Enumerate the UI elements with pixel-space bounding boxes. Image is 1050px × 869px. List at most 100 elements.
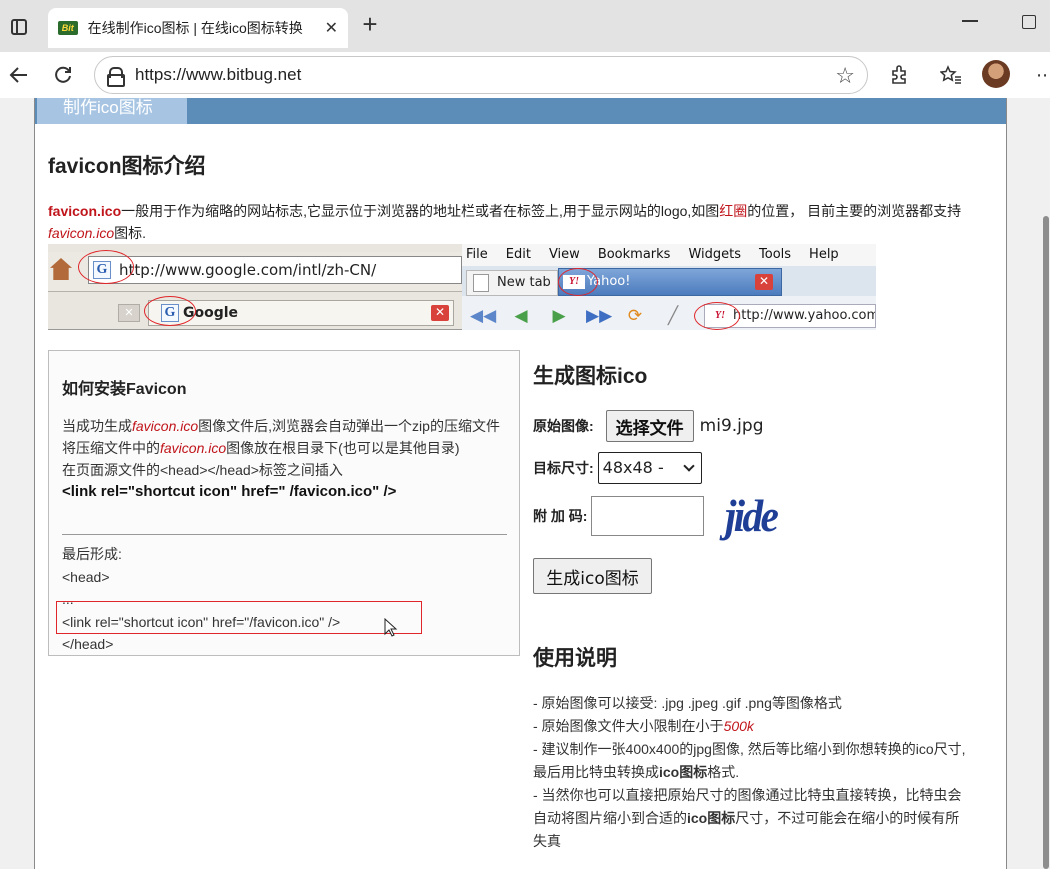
site-navbar: 制作ico图标 [35, 98, 1006, 124]
usage-item: - 当然你也可以直接把原始尺寸的图像通过比特虫直接转换，比特虫会自动将图片缩小到… [533, 787, 962, 849]
reload-icon[interactable] [48, 60, 78, 90]
page-content: 制作ico图标 favicon图标介绍 favicon.ico一般用于作为缩略的… [34, 98, 1007, 869]
install-steps: 当成功生成favicon.ico图像文件后,浏览器会自动弹出一个zip的压缩文件… [62, 415, 510, 503]
intro-text-3: 图标. [114, 225, 147, 241]
install-step-2: 将压缩文件中的favicon.ico图像放在根目录下(也可以是其他目录) [62, 440, 460, 456]
tab-actions-icon[interactable] [6, 14, 32, 40]
fast-forward-icon: ▶▶ [586, 306, 613, 325]
selected-file-name: mi9.jpg [699, 416, 764, 436]
intro-text-1: 一般用于作为缩略的网站标志,它显示位于浏览器的地址栏或者在标签上,用于显示网站的… [121, 203, 720, 219]
captcha-label: 附 加 码: [533, 508, 588, 524]
back-icon[interactable] [4, 60, 34, 90]
browser-toolbar: https://www.bitbug.net ☆ ⋯ [0, 52, 1050, 98]
intro-paragraph: favicon.ico一般用于作为缩略的网站标志,它显示位于浏览器的地址栏或者在… [48, 200, 993, 244]
highlight-circle [78, 250, 134, 284]
chevron-down-icon [683, 460, 695, 472]
new-tab-icon[interactable]: + [357, 11, 383, 38]
generate-ico-button[interactable]: 生成ico图标 [533, 558, 652, 594]
final-head-close: </head> [62, 636, 114, 652]
mouse-cursor-icon [384, 618, 398, 637]
home-icon [50, 258, 72, 280]
usage-heading: 使用说明 [533, 647, 617, 670]
source-image-label: 原始图像: [533, 418, 594, 434]
captcha-row: 附 加 码: jide [533, 493, 779, 539]
profile-avatar[interactable] [982, 60, 1010, 88]
address-bar[interactable]: https://www.bitbug.net ☆ [94, 56, 868, 94]
edit-icon: ╱ [667, 306, 679, 325]
red-close-icon: ✕ [755, 274, 773, 290]
scrollbar-thumb[interactable] [1043, 216, 1049, 869]
source-image-row: 原始图像: 选择文件 mi9.jpg [533, 410, 763, 442]
demo-new-tab: New tab [466, 270, 558, 296]
favorites-icon[interactable] [936, 60, 966, 90]
choose-file-button[interactable]: 选择文件 [605, 410, 694, 442]
tab-strip: Bit 在线制作ico图标 | 在线ico图标转换 ✕ + [0, 0, 1050, 52]
minimize-icon[interactable] [962, 20, 978, 22]
demo-menu-item: File [466, 247, 488, 262]
final-head-open: <head> [62, 568, 110, 585]
lock-icon[interactable] [107, 67, 125, 87]
demo-browser-google: G http://www.google.com/intl/zh-CN/ ✕ G … [48, 244, 462, 330]
captcha-input[interactable] [591, 496, 705, 536]
favicon-term: favicon.ico [48, 203, 122, 219]
divider [62, 534, 507, 535]
install-favicon-box: 如何安装Favicon 当成功生成favicon.ico图像文件后,浏览器会自动… [48, 350, 520, 656]
generator-heading: 生成图标ico [533, 365, 648, 388]
close-tab-icon[interactable]: ✕ [325, 18, 338, 38]
target-size-value: 48x48 - [602, 458, 664, 477]
install-step-3: 在页面源文件的<head></head>标签之间插入 [62, 462, 343, 478]
demo-menu-bar: File Edit View Bookmarks Widgets Tools H… [462, 244, 876, 266]
demo-menu-item: Edit [505, 247, 531, 262]
page-scrollbar[interactable] [1042, 98, 1050, 869]
usage-item: - 原始图像可以接受: .jpg .jpeg .gif .png等图像格式 [533, 695, 842, 711]
demo-new-tab-label: New tab [497, 275, 551, 290]
nav-tab-make-ico[interactable]: 制作ico图标 [37, 98, 187, 124]
red-circle-text: 红圈 [719, 203, 748, 219]
highlight-circle [144, 296, 196, 326]
demo-browser-opera: File Edit View Bookmarks Widgets Tools H… [462, 244, 876, 330]
web-page: 制作ico图标 favicon图标介绍 favicon.ico一般用于作为缩略的… [0, 98, 1050, 869]
demo-menu-item: View [548, 247, 580, 262]
target-size-label: 目标尺寸: [533, 460, 594, 476]
favicon-term-italic: favicon.ico [48, 225, 115, 241]
highlight-circle [558, 268, 598, 296]
install-heading: 如何安装Favicon [62, 381, 187, 398]
intro-heading: favicon图标介绍 [48, 155, 206, 178]
reload-demo-icon: ⟳ [627, 306, 643, 325]
favorite-star-icon[interactable]: ☆ [835, 63, 855, 89]
tab-title: 在线制作ico图标 | 在线ico图标转换 [87, 20, 303, 36]
site-favicon-icon: Bit [58, 21, 78, 35]
final-result: 最后形成: <head> ... <link rel="shortcut ico… [62, 543, 510, 656]
target-size-row: 目标尺寸: 48x48 - [533, 452, 702, 484]
favicon-demo-image: G http://www.google.com/intl/zh-CN/ ✕ G … [48, 244, 876, 330]
forward-arrow-icon: ▶ [552, 306, 566, 325]
document-icon [473, 274, 489, 292]
captcha-image[interactable]: jide [725, 493, 779, 539]
rewind-icon: ◀◀ [470, 306, 497, 325]
usage-list: - 原始图像可以接受: .jpg .jpeg .gif .png等图像格式 - … [533, 692, 973, 853]
address-url[interactable]: https://www.bitbug.net [135, 65, 301, 85]
install-step-1: 当成功生成favicon.ico图像文件后,浏览器会自动弹出一个zip的压缩文件 [62, 418, 500, 434]
target-size-select[interactable]: 48x48 - [597, 452, 702, 484]
demo-menu-item: Bookmarks [597, 247, 671, 262]
extensions-icon[interactable] [884, 60, 914, 90]
demo-menu-item: Widgets [688, 247, 742, 262]
usage-item: - 原始图像文件大小限制在小于500k [533, 718, 754, 734]
gray-close-icon: ✕ [118, 304, 140, 322]
link-highlight-box [56, 601, 422, 634]
intro-text-2: 的位置， 目前主要的浏览器都支持 [747, 203, 962, 219]
red-close-icon: ✕ [431, 305, 449, 321]
final-label: 最后形成: [62, 546, 122, 562]
more-menu-icon[interactable]: ⋯ [1030, 60, 1050, 90]
back-arrow-icon: ◀ [514, 306, 528, 325]
demo-address-bar: G http://www.google.com/intl/zh-CN/ [88, 256, 462, 284]
browser-tab[interactable]: Bit 在线制作ico图标 | 在线ico图标转换 ✕ [48, 8, 348, 48]
usage-item: - 建议制作一张400x400的jpg图像, 然后等比缩小到你想转换的ico尺寸… [533, 741, 966, 780]
demo-yahoo-url: http://www.yahoo.com [733, 308, 876, 323]
highlight-circle [694, 302, 740, 330]
demo-menu-item: Tools [759, 247, 792, 262]
demo-address-url: http://www.google.com/intl/zh-CN/ [119, 261, 377, 279]
maximize-icon[interactable] [1022, 15, 1036, 29]
demo-menu-item: Help [809, 247, 839, 262]
install-code: <link rel="shortcut icon" href=" /favico… [62, 483, 397, 500]
